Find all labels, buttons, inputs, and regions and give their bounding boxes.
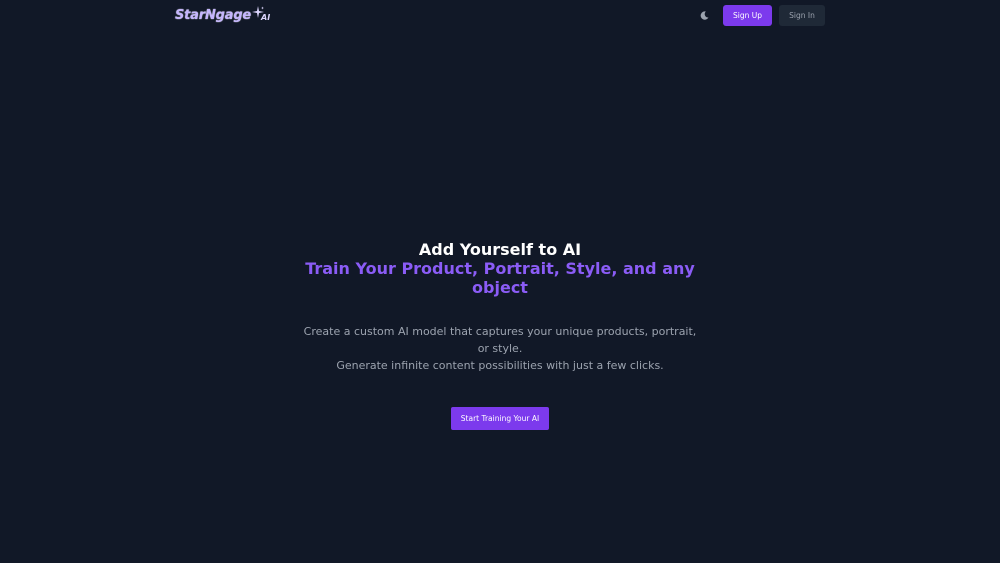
hero-subtitle: Train Your Product, Portrait, Style, and… [305, 259, 695, 297]
brand-ai-badge: AI [252, 6, 270, 22]
hero-description-line2: Generate infinite content possibilities … [336, 359, 664, 372]
moon-icon [700, 11, 708, 20]
hero-description: Create a custom AI model that captures y… [300, 323, 700, 374]
top-navbar: StarNgage AI Sign Up Sign In [175, 0, 825, 31]
hero-title: Add Yourself to AI [418, 240, 582, 259]
hero-section: Add Yourself to AI Train Your Product, P… [0, 240, 1000, 430]
start-training-button[interactable]: Start Training Your AI [451, 407, 549, 430]
theme-toggle[interactable] [694, 6, 714, 26]
sign-up-button[interactable]: Sign Up [723, 5, 772, 26]
brand-logo[interactable]: StarNgage AI [175, 6, 270, 23]
brand-suffix: AI [261, 13, 271, 22]
hero-description-line1: Create a custom AI model that captures y… [303, 325, 697, 355]
nav-actions: Sign Up Sign In [694, 5, 825, 26]
landing-page: StarNgage AI Sign Up Sign In Add Yoursel… [0, 0, 1000, 563]
brand-name: StarNgage [175, 8, 252, 23]
sign-in-button[interactable]: Sign In [779, 5, 825, 26]
